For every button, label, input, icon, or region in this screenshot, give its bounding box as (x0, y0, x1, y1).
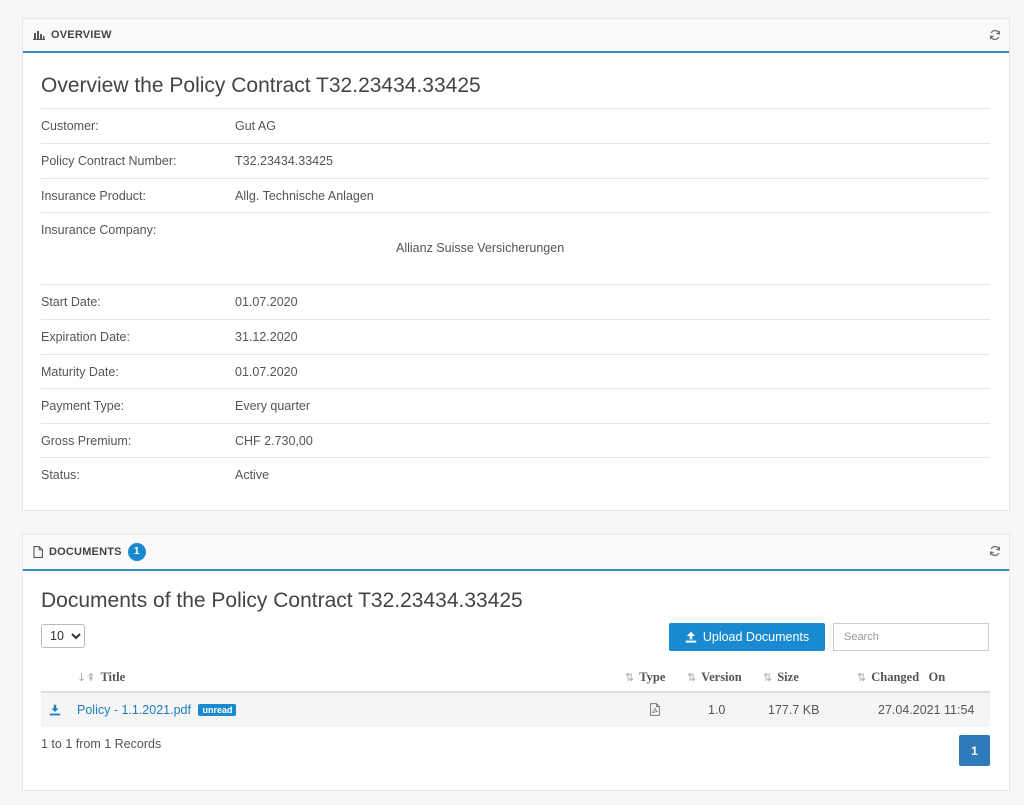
column-version-label: Version (701, 670, 742, 684)
version-cell: 1.0 (708, 703, 726, 717)
start-date-value: 01.07.2020 (235, 295, 298, 309)
changed-on-cell: 27.04.2021 11:54 (878, 703, 975, 717)
document-title-cell: Policy - 1.1.2021.pdf unread (77, 703, 237, 717)
sort-icon: ⇅ (763, 671, 773, 684)
detail-row-maturity-date: Maturity Date: 01.07.2020 (41, 354, 990, 388)
records-info: 1 to 1 from 1 Records (41, 737, 162, 751)
pdf-file-icon[interactable] (650, 703, 660, 716)
column-type-label: Type (639, 670, 666, 684)
overview-panel: OVERVIEW Overview the Policy Contract T3… (22, 18, 1010, 511)
sort-icon: ⇅ (857, 671, 867, 684)
search-input[interactable] (833, 623, 989, 651)
column-size-label: Size (777, 670, 799, 684)
start-date-label: Start Date: (41, 295, 101, 309)
document-icon (33, 546, 43, 558)
overview-header-label: OVERVIEW (51, 29, 112, 41)
customer-value: Gut AG (235, 119, 276, 133)
overview-heading: Overview the Policy Contract T32.23434.3… (41, 74, 481, 97)
contract-details: Customer: Gut AG Policy Contract Number:… (41, 108, 990, 492)
refresh-icon[interactable] (989, 545, 1001, 557)
documents-header-label: DOCUMENTS (49, 546, 122, 558)
refresh-icon[interactable] (989, 29, 1001, 41)
download-icon[interactable] (49, 704, 61, 716)
expiration-date-label: Expiration Date: (41, 330, 130, 344)
status-label: Status: (41, 468, 80, 482)
gross-premium-value: CHF 2.730,00 (235, 434, 313, 448)
detail-row-contract-number: Policy Contract Number: T32.23434.33425 (41, 143, 990, 178)
product-value: Allg. Technische Anlagen (235, 189, 374, 203)
detail-row-expiration-date: Expiration Date: 31.12.2020 (41, 319, 990, 354)
detail-row-company: Insurance Company: Allianz Suisse Versic… (41, 212, 990, 284)
documents-table-header: ↓⇞ Title ⇅ Type ⇅ Version ⇅ Size ⇅ Chang… (41, 661, 990, 693)
bar-chart-icon (33, 31, 45, 40)
detail-row-product: Insurance Product: Allg. Technische Anla… (41, 178, 990, 212)
company-value: Allianz Suisse Versicherungen (396, 241, 565, 255)
column-header-title[interactable]: ↓⇞ Title (77, 670, 125, 685)
maturity-date-label: Maturity Date: (41, 365, 119, 379)
contract-number-value: T32.23434.33425 (235, 154, 334, 168)
column-changed-on-label: Changed On (871, 670, 946, 684)
column-header-changed-on[interactable]: ⇅ Changed On (857, 670, 945, 685)
maturity-date-value: 01.07.2020 (235, 365, 298, 379)
detail-row-status: Status: Active (41, 457, 990, 492)
status-value: Active (235, 468, 270, 482)
company-label: Insurance Company: (41, 223, 157, 237)
detail-row-gross-premium: Gross Premium: CHF 2.730,00 (41, 423, 990, 457)
detail-row-payment-type: Payment Type: Every quarter (41, 388, 990, 423)
column-header-type[interactable]: ⇅ Type (625, 670, 665, 685)
documents-count-badge: 1 (127, 543, 146, 561)
column-header-version[interactable]: ⇅ Version (687, 670, 742, 685)
size-cell: 177.7 KB (768, 703, 820, 717)
sort-asc-icon: ↓⇞ (77, 671, 96, 684)
gross-premium-label: Gross Premium: (41, 434, 132, 448)
overview-panel-header: OVERVIEW (23, 19, 1009, 53)
detail-row-start-date: Start Date: 01.07.2020 (41, 284, 990, 319)
upload-documents-button[interactable]: Upload Documents (669, 623, 825, 651)
unread-badge: unread (198, 704, 237, 716)
documents-panel: DOCUMENTS 1 Documents of the Policy Cont… (22, 534, 1010, 791)
documents-heading: Documents of the Policy Contract T32.234… (41, 589, 523, 612)
page-length-select[interactable]: 10 (41, 624, 85, 648)
upload-icon (685, 631, 697, 643)
column-header-size[interactable]: ⇅ Size (763, 670, 799, 685)
expiration-date-value: 31.12.2020 (235, 330, 298, 344)
sort-icon: ⇅ (625, 671, 635, 684)
detail-row-customer: Customer: Gut AG (41, 108, 990, 143)
upload-documents-label: Upload Documents (702, 630, 810, 644)
document-title-link[interactable]: Policy - 1.1.2021.pdf (77, 703, 191, 717)
sort-icon: ⇅ (687, 671, 697, 684)
pagination-page-1[interactable]: 1 (959, 735, 990, 766)
customer-label: Customer: (41, 119, 99, 133)
contract-number-label: Policy Contract Number: (41, 154, 177, 168)
table-row: Policy - 1.1.2021.pdf unread 1.0 177.7 K… (41, 693, 990, 727)
payment-type-value: Every quarter (235, 399, 311, 413)
column-title-label: Title (100, 670, 126, 684)
payment-type-label: Payment Type: (41, 399, 125, 413)
documents-panel-header: DOCUMENTS 1 (23, 535, 1009, 571)
product-label: Insurance Product: (41, 189, 146, 203)
